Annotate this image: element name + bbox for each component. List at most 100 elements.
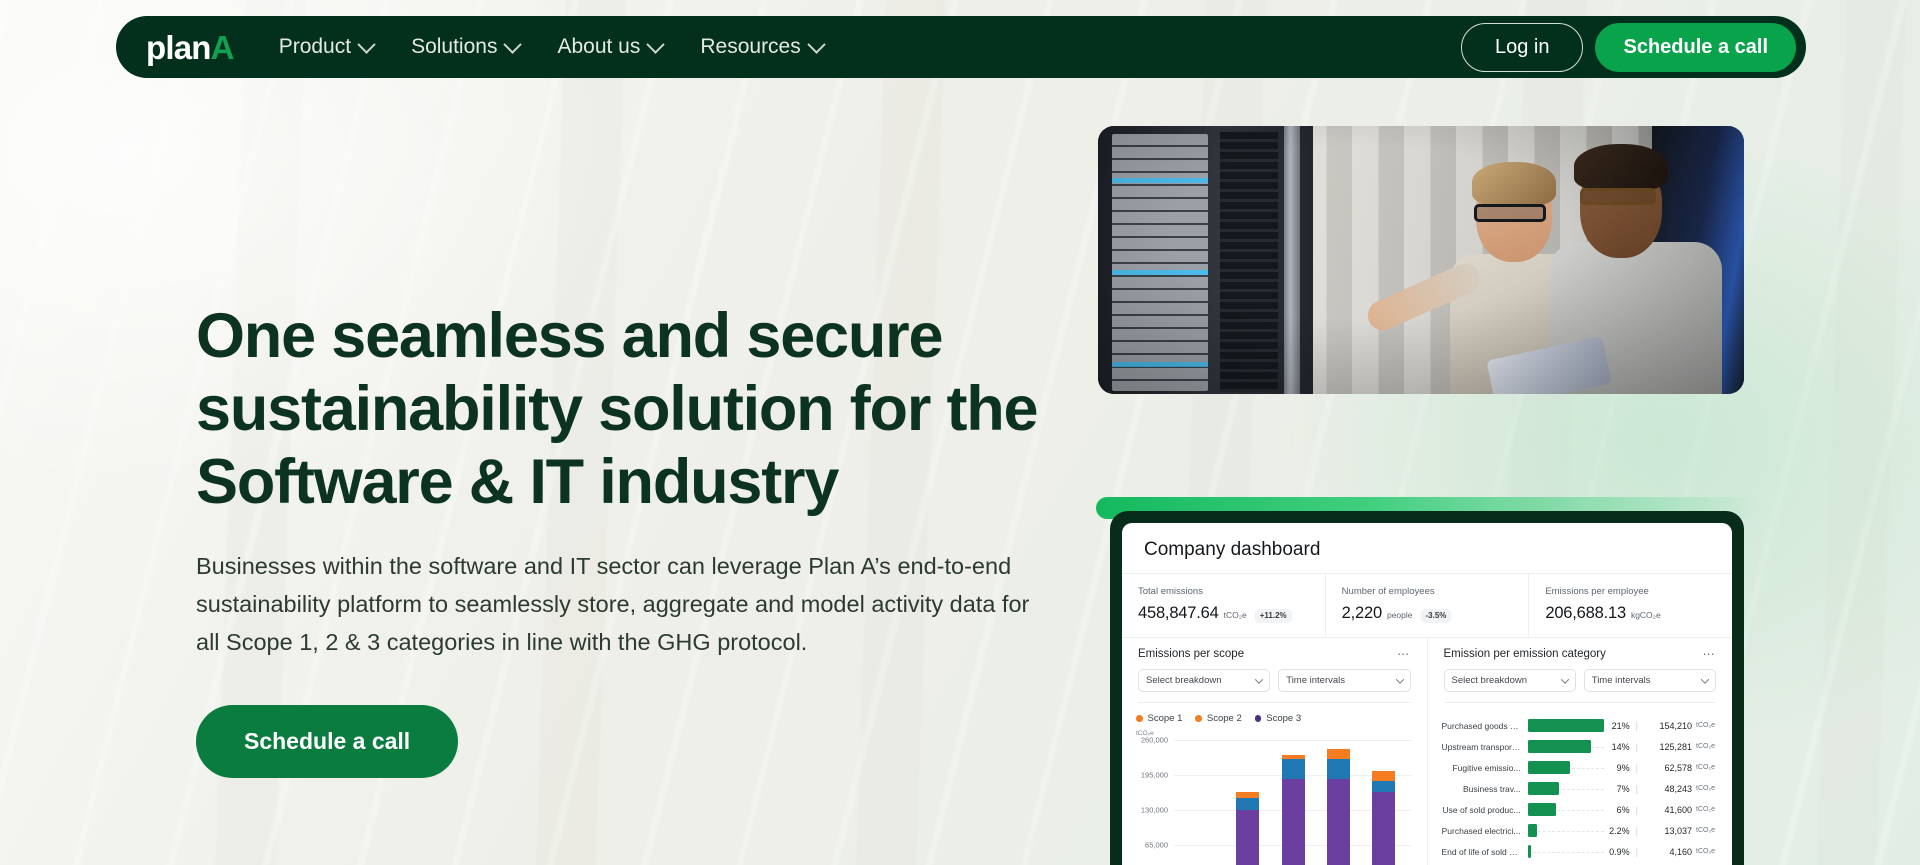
scope-chart-plot: 260,000 195,000 130,000 65,000 0 <box>1141 736 1413 865</box>
category-value: 13,037 <box>1664 825 1692 836</box>
category-bar-track <box>1527 820 1604 841</box>
select-breakdown-left[interactable]: Select breakdown <box>1138 669 1271 692</box>
category-percent: 0.9% <box>1609 846 1630 857</box>
select-time-intervals-right-label: Time intervals <box>1591 675 1651 686</box>
category-separator: | <box>1635 846 1638 857</box>
schedule-a-call-hero-button[interactable]: Schedule a call <box>196 705 459 779</box>
nav-actions: Log in Schedule a call <box>1460 22 1796 72</box>
category-percent: 2.2% <box>1609 825 1630 836</box>
category-bar <box>1527 761 1571 774</box>
kebab-menu-icon[interactable]: ⋯ <box>1703 648 1716 660</box>
category-value: 125,281 <box>1659 741 1692 752</box>
kpi-number-of-employees-label: Number of employees <box>1341 586 1435 597</box>
category-value: 4,160 <box>1669 846 1692 857</box>
category-row: End of life of sold pr... 0.9% | 4,160 tCO₂e <box>1442 841 1719 862</box>
category-chart-body: Purchased goods and... 21% | 154,210 tCO₂e Up… <box>1428 703 1733 865</box>
legend-label-scope-2: Scope 2 <box>1206 713 1242 724</box>
select-breakdown-left-label: Select breakdown <box>1146 675 1222 686</box>
kpi-emissions-per-employee: Emissions per employee 206,688.13 kgCO₂e <box>1529 574 1732 638</box>
panel-right-filters: Select breakdown Time intervals <box>1443 669 1716 703</box>
legend-label-scope-1: Scope 1 <box>1147 713 1183 724</box>
photo-vignette <box>1098 126 1744 394</box>
category-bar-track <box>1527 799 1604 820</box>
category-row: Purchased electrici... 2.2% | 13,037 tCO₂e <box>1442 820 1719 841</box>
nav-links: Product Solutions About us Resources <box>264 25 838 69</box>
category-unit: tCO₂e <box>1696 764 1716 771</box>
server-room-illustration <box>1098 126 1744 394</box>
nav-item-about-us-label: About us <box>557 35 641 58</box>
select-time-intervals-left-label: Time intervals <box>1286 675 1346 686</box>
category-percent: 7% <box>1616 783 1630 794</box>
category-bar-track <box>1527 736 1604 757</box>
category-value: 62,578 <box>1664 762 1692 773</box>
nav-item-about-us[interactable]: About us <box>542 25 677 69</box>
category-bar-track <box>1527 757 1604 778</box>
scope-chart-bars <box>1174 740 1413 865</box>
chevron-down-icon <box>1700 674 1710 684</box>
select-time-intervals-left[interactable]: Time intervals <box>1278 669 1411 692</box>
kpi-number-of-employees-unit: people <box>1386 610 1413 620</box>
category-separator: | <box>1635 762 1638 773</box>
kpi-row: Total emissions 458,847.64 tCO₂e +11.2% … <box>1122 574 1732 638</box>
category-unit: tCO₂e <box>1696 806 1716 813</box>
category-bar <box>1527 719 1604 732</box>
chevron-down-icon <box>1560 674 1569 684</box>
bar-segment-scope-3 <box>1372 792 1396 865</box>
legend-label-scope-3: Scope 3 <box>1266 713 1302 724</box>
category-separator: | <box>1635 720 1638 731</box>
kpi-total-emissions-label: Total emissions <box>1138 586 1203 597</box>
category-label: Upstream transport... <box>1441 741 1522 752</box>
legend-dot-scope-2 <box>1195 715 1202 722</box>
chevron-down-icon <box>357 34 376 54</box>
schedule-a-call-nav-button[interactable]: Schedule a call <box>1595 22 1796 72</box>
kpi-emissions-per-employee-value: 206,688.13 <box>1545 604 1626 622</box>
category-percent: 9% <box>1616 762 1630 773</box>
panel-emissions-per-scope-title: Emissions per scope <box>1138 648 1245 660</box>
logo-text-plan: plan <box>146 28 211 66</box>
bar-segment-scope-1 <box>1327 748 1351 759</box>
category-unit: tCO₂e <box>1696 743 1716 750</box>
kpi-emissions-per-employee-label: Emissions per employee <box>1545 586 1649 597</box>
bar-segment-scope-1 <box>1372 771 1396 781</box>
nav-item-resources[interactable]: Resources <box>685 25 837 69</box>
logo-text-a: A <box>210 28 235 66</box>
category-row: Upstream transport... 14% | 125,281 tCO₂e <box>1442 736 1719 757</box>
dashboard-frame: Company dashboard Total emissions 458,84… <box>1110 511 1744 865</box>
hero-photo <box>1098 126 1744 394</box>
panel-emission-per-category-title: Emission per emission category <box>1443 648 1606 660</box>
site-header: plan A Product Solutions About us Resourc… <box>116 16 1806 78</box>
category-label: Purchased goods and... <box>1441 720 1528 731</box>
panel-left-filters: Select breakdown Time intervals <box>1138 669 1411 703</box>
legend-item-scope-2: Scope 2 <box>1195 713 1242 724</box>
kpi-total-emissions-unit: tCO₂e <box>1223 610 1247 620</box>
nav-item-solutions[interactable]: Solutions <box>396 25 534 69</box>
category-chart-rows: Purchased goods and... 21% | 154,210 tCO₂e Up… <box>1442 713 1719 862</box>
category-value: 41,600 <box>1664 804 1692 815</box>
nav-item-product-label: Product <box>278 35 352 58</box>
category-label: End of life of sold pr... <box>1441 846 1524 857</box>
category-bar-track <box>1527 778 1604 799</box>
panel-emission-per-category: Emission per emission category ⋯ Select … <box>1428 638 1733 865</box>
log-in-button[interactable]: Log in <box>1460 22 1584 72</box>
category-value: 48,243 <box>1664 783 1692 794</box>
y-tick-1: 65,000 <box>1145 840 1168 850</box>
kebab-menu-icon[interactable]: ⋯ <box>1397 648 1410 660</box>
category-percent: 14% <box>1611 741 1630 752</box>
nav-item-product[interactable]: Product <box>264 25 388 69</box>
hero-content: One seamless and secure sustainability s… <box>196 300 1056 779</box>
select-breakdown-right[interactable]: Select breakdown <box>1443 669 1576 692</box>
category-separator: | <box>1635 741 1638 752</box>
category-bar-track <box>1527 841 1604 862</box>
chevron-down-icon <box>1395 674 1404 684</box>
category-separator: | <box>1635 825 1638 836</box>
category-label: Fugitive emissio... <box>1452 762 1521 773</box>
category-unit: tCO₂e <box>1696 785 1716 792</box>
plana-logo[interactable]: plan A <box>146 31 234 64</box>
kpi-number-of-employees: Number of employees 2,220 people -3.5% <box>1325 574 1530 638</box>
bar-column-2020 <box>1236 740 1260 865</box>
select-time-intervals-right[interactable]: Time intervals <box>1583 669 1716 692</box>
dashboard-title: Company dashboard <box>1122 523 1732 574</box>
bar-segment-scope-3 <box>1327 779 1351 865</box>
legend-dot-scope-1 <box>1136 715 1143 722</box>
chevron-down-icon <box>807 34 826 54</box>
